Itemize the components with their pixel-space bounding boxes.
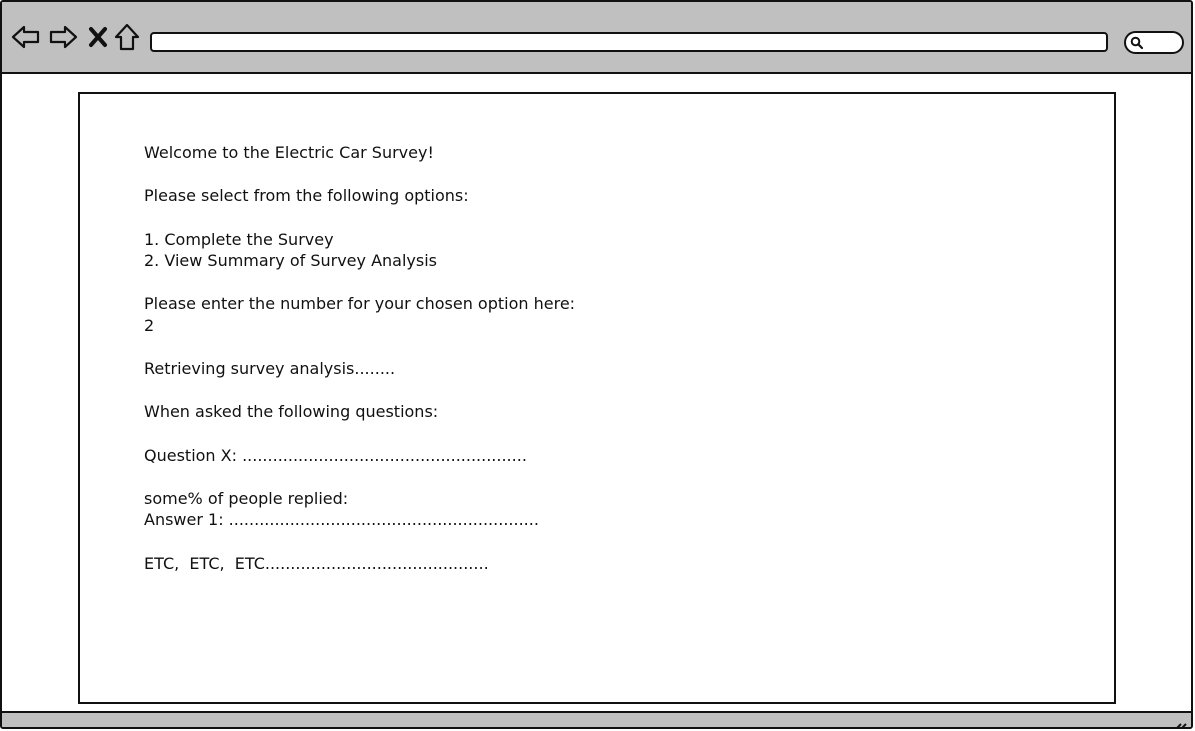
welcome-text: Welcome to the Electric Car Survey! — [144, 143, 434, 162]
option-complete-survey: 1. Complete the Survey — [144, 230, 334, 249]
close-icon — [89, 27, 107, 47]
enter-option-prompt: Please enter the number for your chosen … — [144, 294, 576, 313]
percent-replied-text: some% of people replied: — [144, 489, 349, 508]
browser-toolbar — [2, 2, 1191, 74]
answer-line: Answer 1: ..............................… — [144, 510, 539, 529]
back-button[interactable] — [11, 22, 41, 52]
search-input[interactable] — [1124, 31, 1184, 54]
resize-handle-icon[interactable] — [1171, 719, 1187, 729]
back-arrow-icon — [11, 25, 40, 49]
questions-intro: When asked the following questions: — [144, 402, 439, 421]
home-icon — [114, 23, 140, 51]
stop-button[interactable] — [83, 22, 113, 52]
select-prompt: Please select from the following options… — [144, 186, 469, 205]
home-button[interactable] — [112, 22, 142, 52]
question-line: Question X: ............................… — [144, 446, 527, 465]
search-icon — [1130, 36, 1144, 50]
entered-option-value: 2 — [144, 316, 155, 335]
forward-arrow-icon — [49, 25, 78, 49]
content-frame — [78, 92, 1116, 704]
etc-line: ETC, ETC, ETC...........................… — [144, 554, 489, 573]
option-view-summary: 2. View Summary of Survey Analysis — [144, 251, 437, 270]
address-bar[interactable] — [150, 32, 1108, 52]
retrieving-status: Retrieving survey analysis........ — [144, 359, 396, 378]
browser-window: Welcome to the Electric Car Survey! Plea… — [0, 0, 1193, 729]
status-bar — [2, 711, 1191, 729]
forward-button[interactable] — [48, 22, 78, 52]
